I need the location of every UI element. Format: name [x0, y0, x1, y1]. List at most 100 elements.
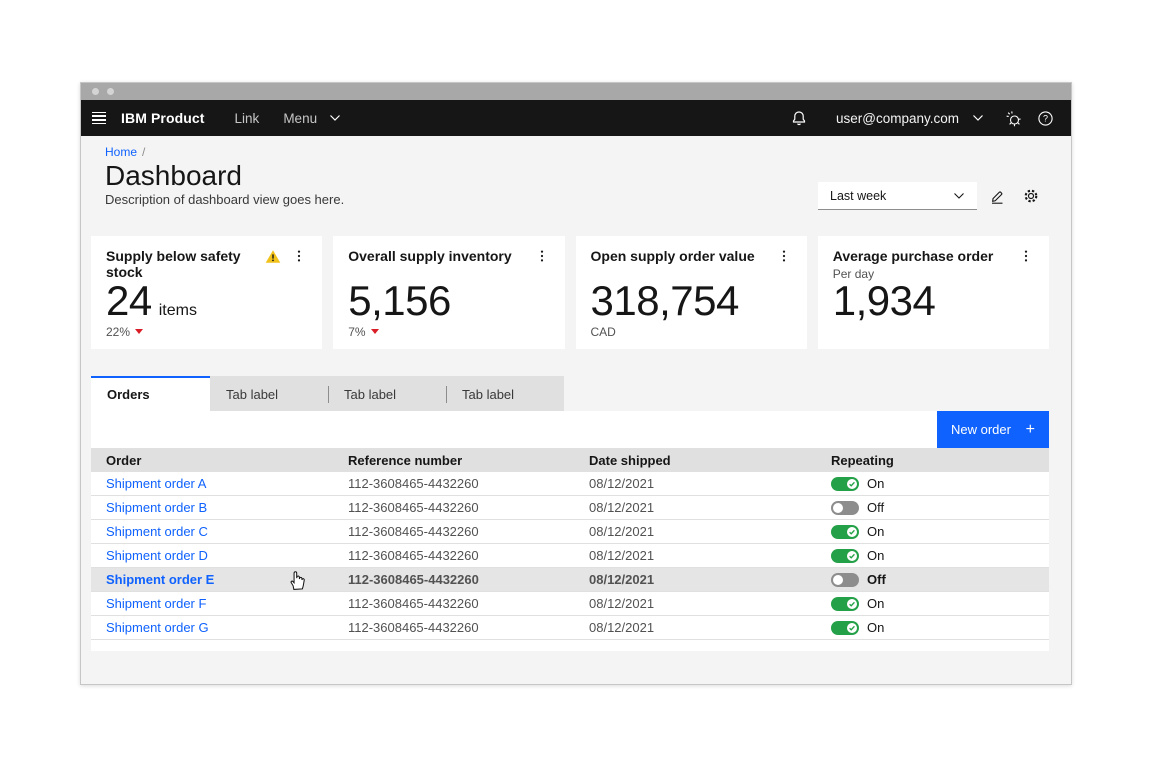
card-value: 318,754	[591, 281, 792, 321]
period-select[interactable]: Last week	[818, 182, 977, 210]
card-header: Open supply order value	[591, 248, 792, 264]
check-icon	[848, 528, 856, 536]
overflow-menu-icon[interactable]	[1018, 248, 1034, 264]
repeating-toggle[interactable]	[831, 477, 859, 491]
card-title: Supply below safety stock	[106, 248, 257, 280]
breadcrumb-separator: /	[142, 145, 145, 159]
metric-cards: Supply below safety stock24items 22% Overa…	[91, 236, 1049, 349]
overflow-menu-icon[interactable]	[776, 248, 792, 264]
page-title: Dashboard	[105, 162, 242, 190]
toggle-knob	[833, 575, 843, 585]
card-header: Overall supply inventory	[348, 248, 549, 264]
user-email: user@company.com	[836, 111, 959, 126]
table-toolbar: New order +	[91, 411, 1049, 448]
table-row[interactable]: Shipment order G112-3608465-443226008/12…	[91, 616, 1049, 640]
toggle-knob	[833, 503, 843, 513]
nav-item-link[interactable]: Link	[235, 111, 260, 126]
overflow-menu-icon[interactable]	[291, 248, 307, 264]
tab-label-3[interactable]: Tab label	[446, 376, 564, 411]
new-order-button[interactable]: New order +	[937, 411, 1049, 448]
tab-bar: OrdersTab labelTab labelTab label	[91, 376, 564, 411]
settings-icon[interactable]	[1017, 182, 1045, 210]
window-control-dot[interactable]	[92, 88, 99, 95]
period-select-value: Last week	[830, 189, 886, 203]
cell-reference: 112-3608465-4432260	[333, 592, 574, 615]
metric-card: Supply below safety stock24items 22%	[91, 236, 322, 349]
tab-label-2[interactable]: Tab label	[328, 376, 446, 411]
nav-item-menu[interactable]: Menu	[283, 111, 341, 126]
order-link[interactable]: Shipment order E	[106, 572, 214, 587]
toggle-label: On	[867, 596, 884, 611]
orders-panel: New order + OrderReference numberDate sh…	[91, 411, 1049, 651]
repeating-toggle[interactable]	[831, 525, 859, 539]
overflow-menu-icon[interactable]	[534, 248, 550, 264]
cell-repeating: On	[816, 472, 1049, 495]
card-value-number: 5,156	[348, 281, 451, 321]
repeating-toggle[interactable]	[831, 597, 859, 611]
cell-reference: 112-3608465-4432260	[333, 496, 574, 519]
cell-reference: 112-3608465-4432260	[333, 544, 574, 567]
tab-label: Tab label	[344, 387, 396, 402]
column-header: Reference number	[333, 448, 574, 472]
warning-icon	[265, 249, 281, 264]
chevron-down-icon	[953, 192, 965, 200]
product-name: IBM Product	[121, 110, 205, 126]
table-row[interactable]: Shipment order A112-3608465-443226008/12…	[91, 472, 1049, 496]
order-link[interactable]: Shipment order F	[106, 596, 206, 611]
breadcrumb: Home /	[105, 145, 145, 159]
repeating-toggle[interactable]	[831, 549, 859, 563]
cell-reference: 112-3608465-4432260	[333, 472, 574, 495]
table-body: Shipment order A112-3608465-443226008/12…	[91, 472, 1049, 640]
cell-reference: 112-3608465-4432260	[333, 568, 574, 591]
window-titlebar	[81, 83, 1071, 100]
toggle-label: Off	[867, 572, 886, 587]
cell-reference: 112-3608465-4432260	[333, 616, 574, 639]
cell-repeating: Off	[816, 496, 1049, 519]
order-link[interactable]: Shipment order G	[106, 620, 209, 635]
caret-down-icon	[135, 329, 143, 334]
breadcrumb-home-link[interactable]: Home	[105, 145, 137, 159]
order-link[interactable]: Shipment order A	[106, 476, 206, 491]
cell-date: 08/12/2021	[574, 568, 816, 591]
column-header: Repeating	[816, 448, 1049, 472]
column-header: Date shipped	[574, 448, 816, 472]
cell-order: Shipment order B	[91, 496, 333, 519]
cell-order: Shipment order D	[91, 544, 333, 567]
card-delta: 22%	[106, 325, 130, 339]
debug-icon[interactable]	[997, 104, 1029, 132]
table-row[interactable]: Shipment order F112-3608465-443226008/12…	[91, 592, 1049, 616]
card-title: Open supply order value	[591, 248, 768, 264]
repeating-toggle[interactable]	[831, 621, 859, 635]
menu-icon[interactable]	[91, 110, 107, 126]
app-window: IBM Product Link Menu user@company.com	[80, 82, 1072, 685]
user-account-menu[interactable]: user@company.com	[836, 111, 984, 126]
card-header: Average purchase order	[833, 248, 1034, 264]
tab-orders[interactable]: Orders	[91, 376, 210, 411]
table-row[interactable]: Shipment order E 112-3608465-443226008/12…	[91, 568, 1049, 592]
card-footer: CAD	[591, 324, 792, 339]
window-control-dot[interactable]	[107, 88, 114, 95]
table-row[interactable]: Shipment order C112-3608465-443226008/12…	[91, 520, 1049, 544]
toggle-label: On	[867, 620, 884, 635]
order-link[interactable]: Shipment order B	[106, 500, 207, 515]
repeating-toggle[interactable]	[831, 573, 859, 587]
toggle-knob	[847, 599, 857, 609]
tab-label-1[interactable]: Tab label	[210, 376, 328, 411]
check-icon	[848, 624, 856, 632]
card-value-suffix: items	[159, 302, 197, 320]
order-link[interactable]: Shipment order D	[106, 548, 208, 563]
card-footer: 7%	[348, 324, 549, 339]
toggle-knob	[847, 551, 857, 561]
toggle-label: On	[867, 476, 884, 491]
notification-icon[interactable]	[783, 104, 815, 132]
help-icon[interactable]: ?	[1029, 104, 1061, 132]
card-unit: CAD	[591, 325, 616, 339]
edit-icon[interactable]	[983, 182, 1011, 210]
check-icon	[848, 480, 856, 488]
card-value: 24items	[106, 281, 307, 321]
repeating-toggle[interactable]	[831, 501, 859, 515]
page-description: Description of dashboard view goes here.	[105, 192, 344, 207]
order-link[interactable]: Shipment order C	[106, 524, 208, 539]
table-row[interactable]: Shipment order B112-3608465-443226008/12…	[91, 496, 1049, 520]
table-row[interactable]: Shipment order D112-3608465-443226008/12…	[91, 544, 1049, 568]
